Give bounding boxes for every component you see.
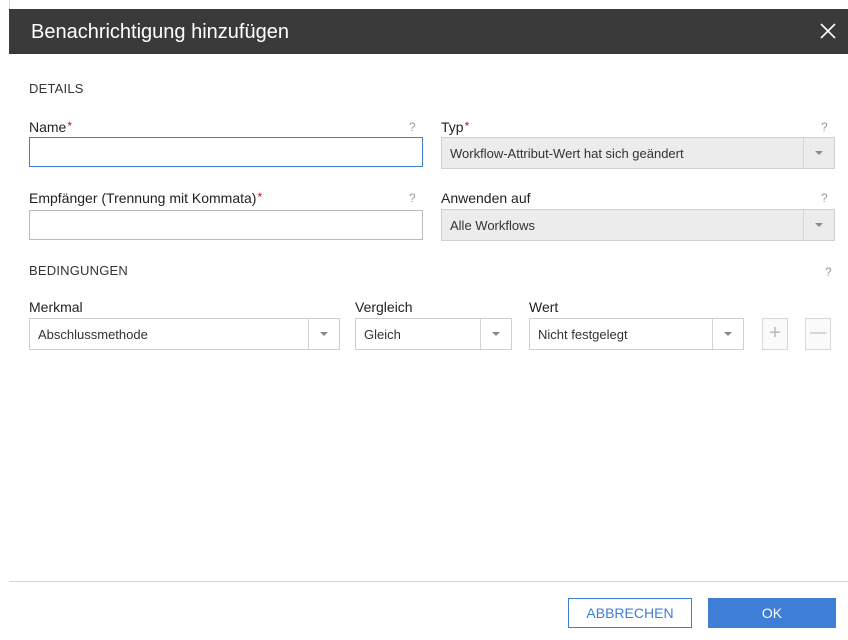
empfaenger-label: Empfänger (Trennung mit Kommata)* [29, 190, 263, 206]
wert-select[interactable]: Nicht festgelegt [529, 318, 744, 350]
footer-divider [9, 581, 848, 582]
bedingungen-section-label: BEDINGUNGEN [29, 263, 128, 278]
chevron-down-icon[interactable] [480, 319, 511, 349]
cancel-button[interactable]: ABBRECHEN [568, 598, 692, 628]
required-mark: * [67, 119, 73, 133]
name-input[interactable] [29, 137, 423, 167]
typ-label: Typ* [441, 119, 470, 135]
remove-condition-button[interactable]: — [805, 318, 831, 350]
minus-icon: — [810, 324, 826, 341]
empfaenger-input[interactable] [29, 210, 423, 240]
anwenden-auf-help-icon[interactable]: ? [821, 191, 828, 205]
vergleich-label: Vergleich [355, 299, 413, 315]
anwenden-auf-select[interactable]: Alle Workflows [441, 209, 835, 241]
anwenden-auf-selected-value: Alle Workflows [450, 218, 536, 233]
merkmal-label: Merkmal [29, 299, 83, 315]
chevron-down-icon[interactable] [308, 319, 339, 349]
chevron-down-icon[interactable] [803, 138, 834, 168]
anwenden-auf-label: Anwenden auf [441, 190, 531, 206]
close-icon[interactable] [814, 17, 842, 45]
wert-label: Wert [529, 299, 559, 315]
merkmal-selected-value: Abschlussmethode [38, 327, 148, 342]
name-label: Name* [29, 119, 73, 135]
dialog-header: Benachrichtigung hinzufügen [9, 9, 848, 54]
name-help-icon[interactable]: ? [409, 120, 416, 134]
add-notification-dialog: Benachrichtigung hinzufügen DETAILS Name… [9, 9, 848, 640]
typ-selected-value: Workflow-Attribut-Wert hat sich geändert [450, 146, 684, 161]
merkmal-select[interactable]: Abschlussmethode [29, 318, 340, 350]
chevron-down-icon[interactable] [712, 319, 743, 349]
required-mark: * [257, 190, 263, 204]
ok-button[interactable]: OK [708, 598, 836, 628]
required-mark: * [464, 119, 470, 133]
plus-icon: + [769, 322, 781, 344]
vergleich-select[interactable]: Gleich [355, 318, 512, 350]
typ-help-icon[interactable]: ? [821, 120, 828, 134]
add-condition-button[interactable]: + [762, 318, 788, 350]
chevron-down-icon[interactable] [803, 210, 834, 240]
bedingungen-help-icon[interactable]: ? [825, 265, 832, 279]
details-section-label: DETAILS [29, 81, 84, 96]
dialog-title: Benachrichtigung hinzufügen [31, 21, 289, 43]
empfaenger-help-icon[interactable]: ? [409, 191, 416, 205]
wert-selected-value: Nicht festgelegt [538, 327, 628, 342]
typ-select[interactable]: Workflow-Attribut-Wert hat sich geändert [441, 137, 835, 169]
vergleich-selected-value: Gleich [364, 327, 401, 342]
